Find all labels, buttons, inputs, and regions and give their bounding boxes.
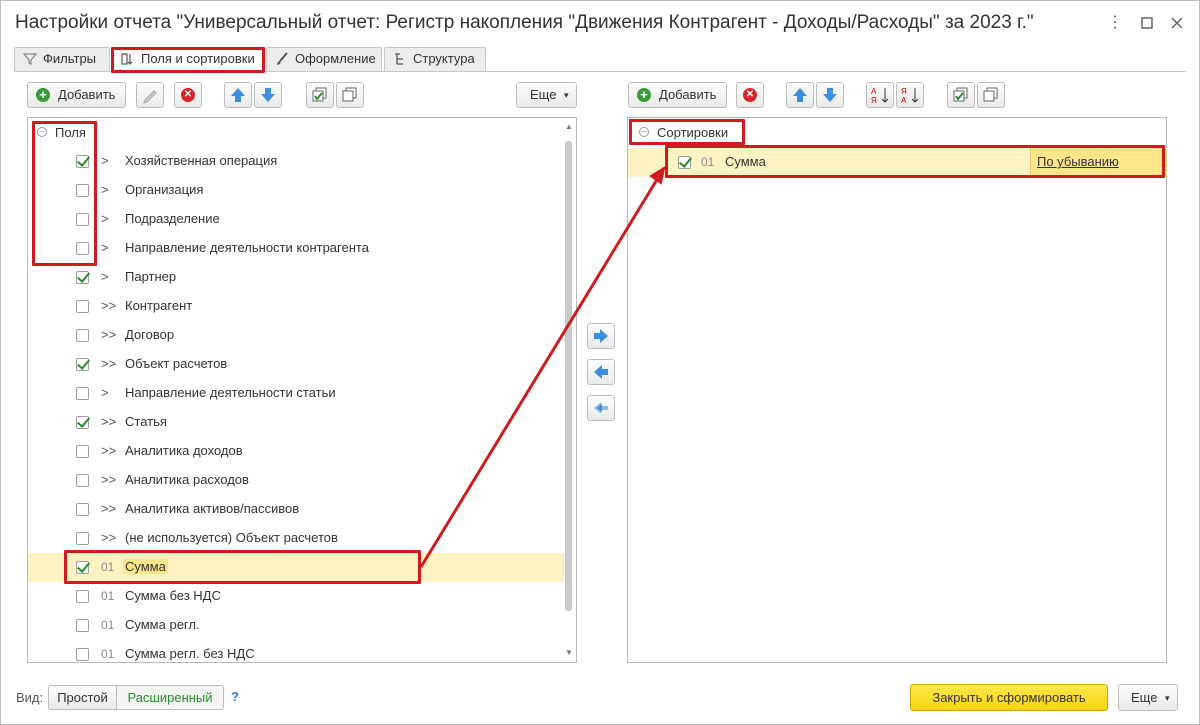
more-footer-label: Еще — [1131, 690, 1158, 705]
annotation-arrow — [419, 165, 666, 568]
view-simple-label: Простой — [57, 690, 108, 705]
close-and-generate-button[interactable]: Закрыть и сформировать — [910, 684, 1108, 711]
view-extended-label: Расширенный — [127, 690, 213, 705]
view-extended-button[interactable]: Расширенный — [116, 685, 224, 710]
close-and-generate-label: Закрыть и сформировать — [932, 690, 1086, 705]
view-label: Вид: — [16, 690, 44, 705]
help-icon[interactable]: ? — [231, 689, 239, 704]
view-simple-button[interactable]: Простой — [48, 685, 117, 710]
more-footer-button[interactable]: Еще ▾ — [1118, 684, 1178, 711]
dropdown-arrow-footer-icon: ▾ — [1165, 693, 1170, 703]
